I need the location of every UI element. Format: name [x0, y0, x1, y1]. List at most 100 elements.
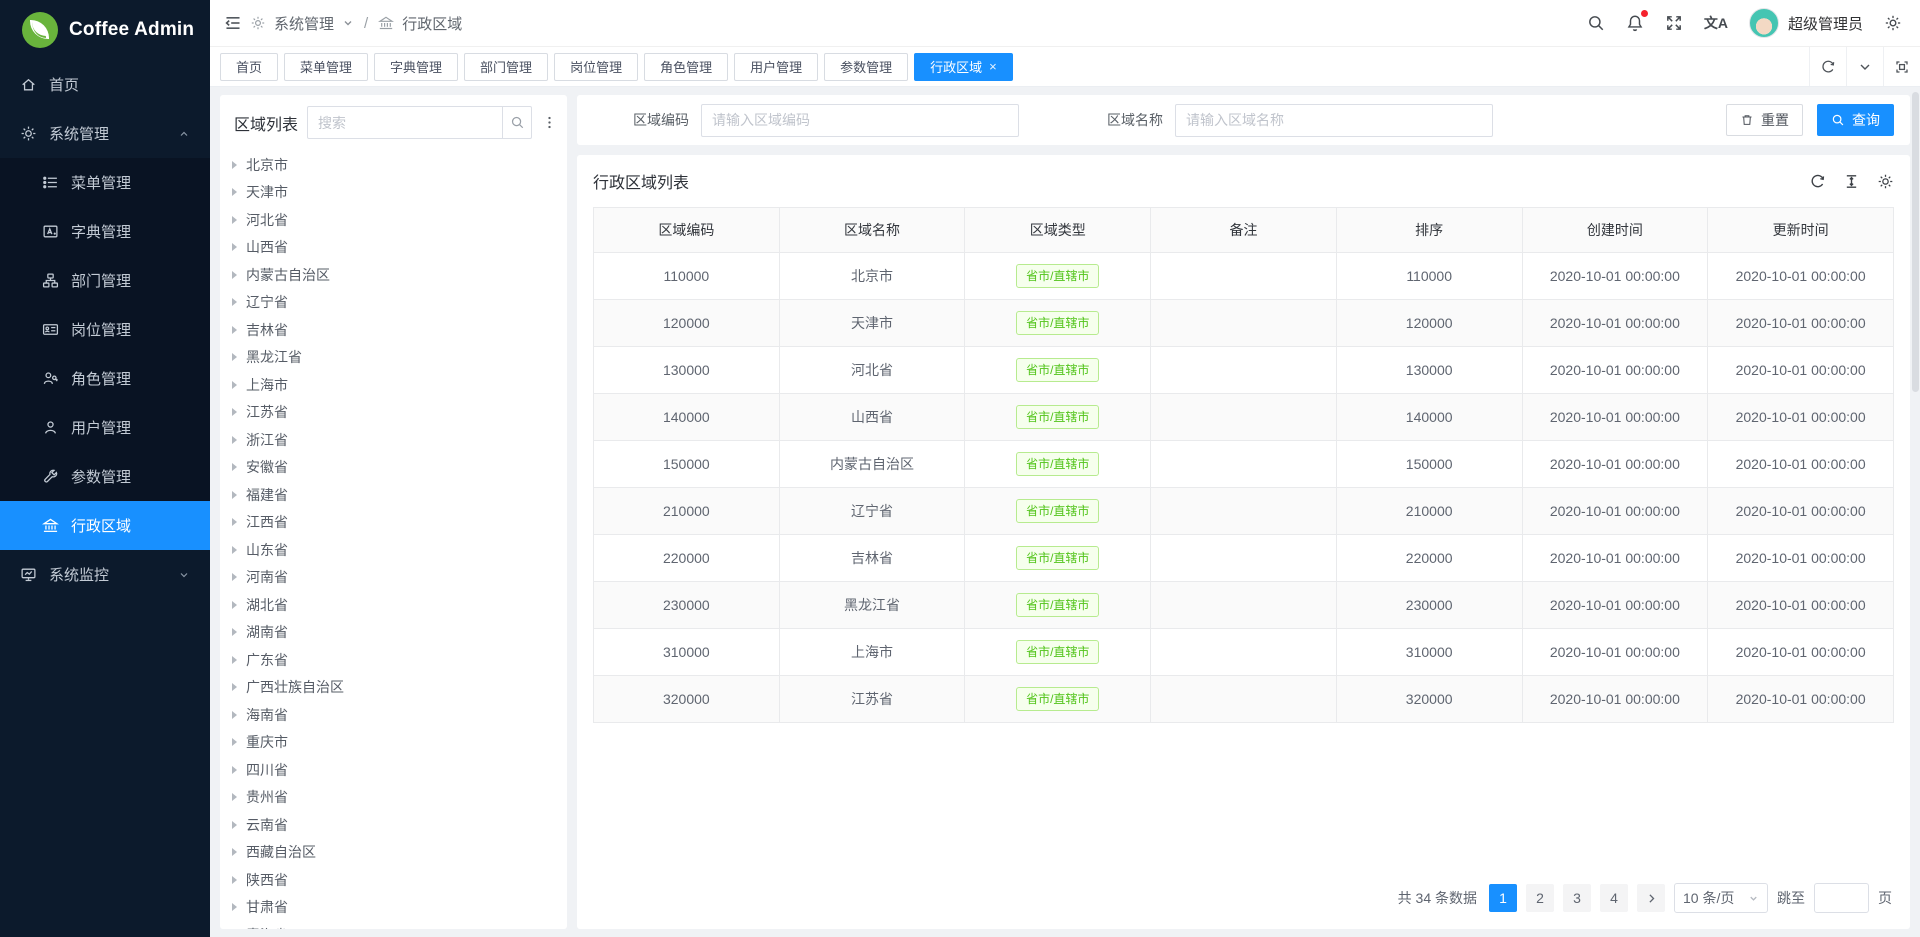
sidebar-item-region[interactable]: 行政区域: [0, 501, 210, 550]
tree-node[interactable]: 重庆市: [232, 729, 567, 757]
sidebar-item-dept-mgmt[interactable]: 部门管理: [0, 256, 210, 305]
caret-right-icon[interactable]: [232, 903, 237, 911]
refresh-icon[interactable]: [1809, 47, 1846, 86]
tree-node[interactable]: 江西省: [232, 509, 567, 537]
search-button[interactable]: 查询: [1817, 104, 1894, 136]
caret-right-icon[interactable]: [232, 546, 237, 554]
tree-node[interactable]: 福建省: [232, 481, 567, 509]
notification-bell-icon[interactable]: [1626, 14, 1644, 32]
caret-right-icon[interactable]: [232, 436, 237, 444]
tree-node[interactable]: 黑龙江省: [232, 344, 567, 372]
caret-right-icon[interactable]: [232, 298, 237, 306]
tree-node[interactable]: 内蒙古自治区: [232, 261, 567, 289]
tree-node[interactable]: 西藏自治区: [232, 839, 567, 867]
caret-right-icon[interactable]: [232, 326, 237, 334]
sidebar-item-system[interactable]: 系统管理: [0, 109, 210, 158]
tree-node[interactable]: 甘肃省: [232, 894, 567, 922]
close-icon[interactable]: ×: [989, 60, 997, 73]
row-height-icon[interactable]: [1843, 173, 1860, 190]
user-menu[interactable]: 超级管理员: [1749, 8, 1863, 38]
more-options-icon[interactable]: [541, 115, 557, 130]
tab-home[interactable]: 首页: [220, 53, 278, 81]
caret-right-icon[interactable]: [232, 188, 237, 196]
tree-node[interactable]: 河北省: [232, 206, 567, 234]
refresh-icon[interactable]: [1809, 173, 1826, 190]
caret-right-icon[interactable]: [232, 161, 237, 169]
region-name-input[interactable]: [1175, 104, 1493, 137]
caret-right-icon[interactable]: [232, 656, 237, 664]
sidebar-item-dict-mgmt[interactable]: 字典管理: [0, 207, 210, 256]
caret-right-icon[interactable]: [232, 738, 237, 746]
tree-node[interactable]: 青海省: [232, 921, 567, 929]
caret-right-icon[interactable]: [232, 601, 237, 609]
sidebar-item-home[interactable]: 首页: [0, 60, 210, 109]
tree-node[interactable]: 四川省: [232, 756, 567, 784]
tree-node[interactable]: 江苏省: [232, 399, 567, 427]
tree-node[interactable]: 河南省: [232, 564, 567, 592]
caret-right-icon[interactable]: [232, 381, 237, 389]
tree-search-input[interactable]: [307, 106, 532, 139]
caret-right-icon[interactable]: [232, 876, 237, 884]
tree-node[interactable]: 海南省: [232, 701, 567, 729]
jump-page-input[interactable]: [1814, 883, 1869, 913]
chevron-down-icon[interactable]: [1846, 47, 1883, 86]
sidebar-item-post-mgmt[interactable]: 岗位管理: [0, 305, 210, 354]
tree-node[interactable]: 辽宁省: [232, 289, 567, 317]
caret-right-icon[interactable]: [232, 793, 237, 801]
caret-right-icon[interactable]: [232, 463, 237, 471]
tree-node[interactable]: 天津市: [232, 179, 567, 207]
caret-right-icon[interactable]: [232, 628, 237, 636]
scrollbar-thumb[interactable]: [1912, 92, 1919, 392]
search-icon[interactable]: [1587, 14, 1605, 32]
settings-gear-icon[interactable]: [1884, 14, 1902, 32]
tab-user-mgmt[interactable]: 用户管理: [734, 53, 818, 81]
tree-node[interactable]: 湖北省: [232, 591, 567, 619]
page-3-button[interactable]: 3: [1563, 884, 1591, 912]
tree-node[interactable]: 山西省: [232, 234, 567, 262]
caret-right-icon[interactable]: [232, 353, 237, 361]
tab-dict-mgmt[interactable]: 字典管理: [374, 53, 458, 81]
tree-node[interactable]: 浙江省: [232, 426, 567, 454]
tree-node[interactable]: 北京市: [232, 151, 567, 179]
tab-post-mgmt[interactable]: 岗位管理: [554, 53, 638, 81]
caret-right-icon[interactable]: [232, 271, 237, 279]
page-4-button[interactable]: 4: [1600, 884, 1628, 912]
tab-menu-mgmt[interactable]: 菜单管理: [284, 53, 368, 81]
tab-role-mgmt[interactable]: 角色管理: [644, 53, 728, 81]
maximize-icon[interactable]: [1883, 47, 1920, 86]
reset-button[interactable]: 重置: [1726, 104, 1803, 136]
tab-region-active[interactable]: 行政区域 ×: [914, 53, 1013, 81]
tree-node[interactable]: 贵州省: [232, 784, 567, 812]
tab-dept-mgmt[interactable]: 部门管理: [464, 53, 548, 81]
caret-right-icon[interactable]: [232, 243, 237, 251]
sidebar-item-user-mgmt[interactable]: 用户管理: [0, 403, 210, 452]
tab-param-mgmt[interactable]: 参数管理: [824, 53, 908, 81]
language-icon[interactable]: 文A: [1704, 13, 1728, 33]
tree-node[interactable]: 湖南省: [232, 619, 567, 647]
region-code-input[interactable]: [701, 104, 1019, 137]
next-page-button[interactable]: [1637, 884, 1665, 912]
column-settings-gear-icon[interactable]: [1877, 173, 1894, 190]
caret-right-icon[interactable]: [232, 683, 237, 691]
caret-right-icon[interactable]: [232, 491, 237, 499]
sidebar-item-menu-mgmt[interactable]: 菜单管理: [0, 158, 210, 207]
tree-node[interactable]: 安徽省: [232, 454, 567, 482]
caret-right-icon[interactable]: [232, 766, 237, 774]
caret-right-icon[interactable]: [232, 711, 237, 719]
caret-right-icon[interactable]: [232, 573, 237, 581]
search-icon[interactable]: [502, 106, 532, 139]
tree-node[interactable]: 上海市: [232, 371, 567, 399]
breadcrumb-section[interactable]: 系统管理: [274, 13, 334, 34]
caret-right-icon[interactable]: [232, 821, 237, 829]
sidebar-item-param-mgmt[interactable]: 参数管理: [0, 452, 210, 501]
caret-right-icon[interactable]: [232, 408, 237, 416]
caret-right-icon[interactable]: [232, 848, 237, 856]
tree-node[interactable]: 吉林省: [232, 316, 567, 344]
tree-node[interactable]: 广东省: [232, 646, 567, 674]
caret-right-icon[interactable]: [232, 518, 237, 526]
fullscreen-icon[interactable]: [1665, 14, 1683, 32]
caret-right-icon[interactable]: [232, 216, 237, 224]
tree-node[interactable]: 云南省: [232, 811, 567, 839]
menu-fold-icon[interactable]: [224, 14, 242, 32]
sidebar-item-role-mgmt[interactable]: 角色管理: [0, 354, 210, 403]
